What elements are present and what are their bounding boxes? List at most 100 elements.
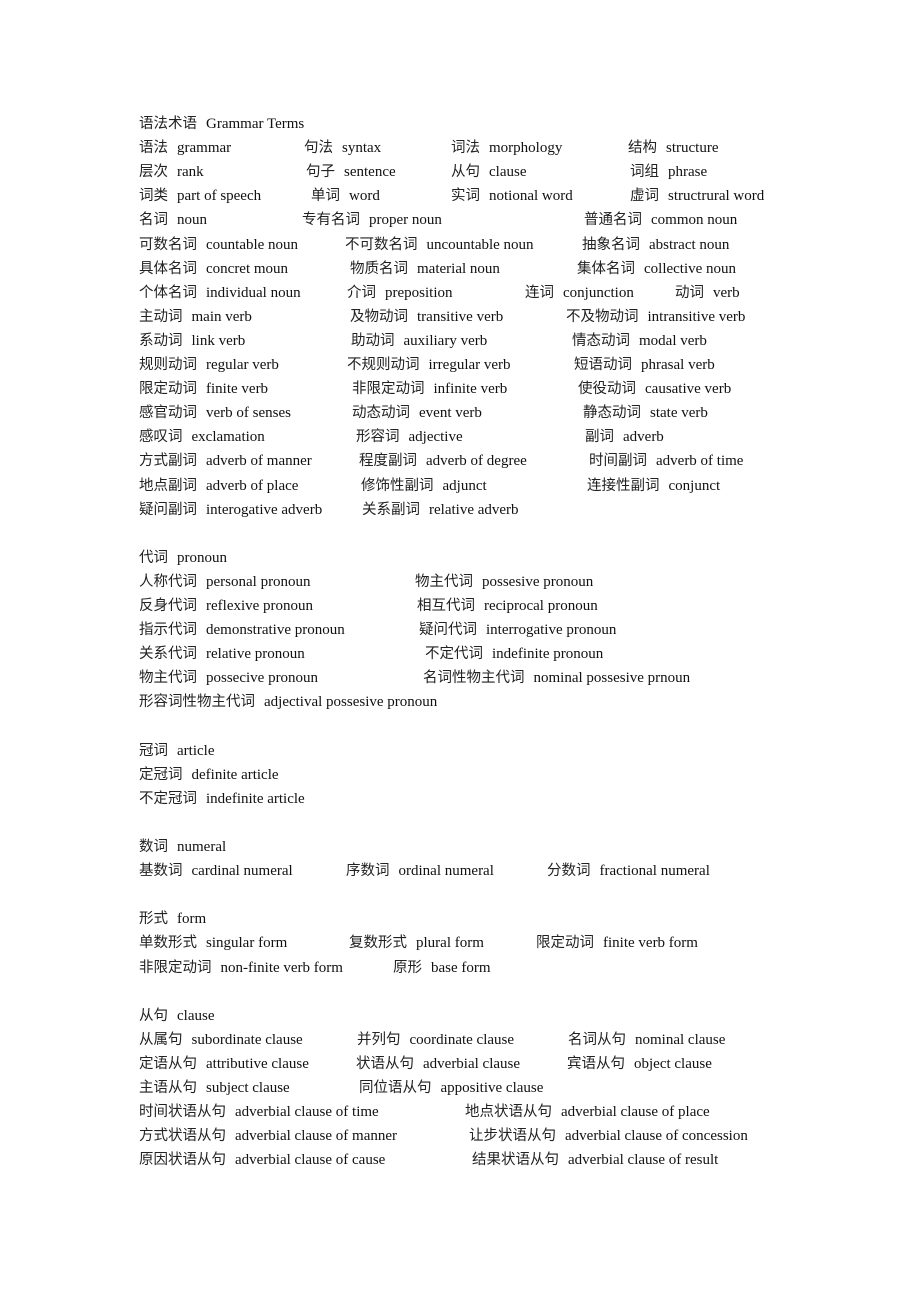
term-entry: 可数名词 countable noun [139,233,298,257]
term-english: adverb of time [656,453,744,470]
term-english: nominal possesive prnoun [533,670,691,687]
term-chinese: 感官动词 [139,405,197,422]
term-chinese: 集体名词 [577,260,635,277]
term-chinese: 方式副词 [139,453,197,470]
term-english: subordinate clause [191,1031,303,1048]
term-entry: 结构 structure [628,136,718,160]
term-entry: 普通名词 common noun [584,208,737,232]
term-entry: 冠词 article [139,739,214,763]
term-entry: 时间副词 adverb of time [589,449,743,473]
term-english: ordinal numeral [398,863,494,880]
term-entry: 情态动词 modal verb [572,329,707,353]
term-chinese: 语法 [139,140,168,157]
term-entry: 相互代词 reciprocal pronoun [417,594,598,618]
term-line: 关系代词 relative pronoun 不定代词 indefinite prono… [0,642,920,666]
term-chinese: 宾语从句 [567,1055,625,1072]
term-english: structrural word [668,188,765,205]
term-line: 词类 part of speech 单词 word 实词 notional word 虚词 s… [0,184,920,208]
term-english: reflexive pronoun [206,598,314,614]
term-english: object clause [634,1055,712,1072]
term-chinese: 同位语从句 [359,1080,432,1096]
term-entry: 从句 clause [139,1004,214,1028]
term-line: 定冠词 definite article [0,763,920,787]
term-entry: 人称代词 personal pronoun [139,570,311,594]
term-chinese: 序数词 [346,863,390,880]
term-english: definite article [191,766,279,783]
term-entry: 名词 noun [139,208,207,232]
term-english: conjunct [668,477,721,494]
term-line: 从属句 subordinate clause 并列句 coordinate claus… [0,1028,920,1052]
term-line: 地点副词 adverb of place 修饰性副词 adjunct 连接性副词 conj… [0,474,920,498]
term-entry: 形容词 adjective [356,425,463,449]
term-entry: 词法 morphology [451,136,562,160]
term-chinese: 疑问代词 [419,622,477,639]
term-english: adverb of place [206,477,299,494]
term-english: material noun [417,260,500,277]
term-line: 人称代词 personal pronoun 物主代词 possesive pronou… [0,570,920,594]
term-chinese: 定冠词 [139,766,183,783]
term-chinese: 结构 [628,140,657,157]
term-entry: 定冠词 definite article [139,763,279,787]
term-chinese: 原形 [393,959,422,976]
term-chinese: 限定动词 [536,935,594,952]
term-english: adverb of manner [206,453,312,470]
term-english: abstract noun [649,236,730,253]
term-entry: 方式副词 adverb of manner [139,449,312,473]
term-chinese: 词类 [139,188,168,205]
term-english: transitive verb [417,308,504,325]
term-line: 形式 form [0,907,920,931]
term-chinese: 复数形式 [349,935,407,952]
term-english: phrasal verb [641,357,715,373]
term-english: conjunction [563,284,634,301]
term-entry: 指示代词 demonstrative pronoun [139,618,345,642]
term-english: appositive clause [440,1080,544,1096]
term-chinese: 形式 [139,911,168,928]
term-chinese: 主语从句 [139,1080,197,1096]
term-english: clause [177,1007,215,1024]
term-line: 名词 noun 专有名词 proper noun 普通名词 common noun [0,208,920,232]
term-chinese: 系动词 [139,332,183,349]
document-title: 语法术语 Grammar Terms [139,112,304,136]
term-english: regular verb [206,357,279,373]
term-english: auxiliary verb [403,332,488,349]
term-english: pronoun [177,549,227,566]
term-english: relative adverb [429,501,519,518]
term-english: adjectival possesive pronoun [264,694,438,711]
term-english: concret moun [206,260,289,277]
term-entry: 不规则动词 irregular verb [347,353,511,377]
term-entry: 物质名词 material noun [350,257,500,281]
term-chinese: 关系副词 [362,501,420,518]
term-english: adverb of degree [426,453,527,470]
term-chinese: 助动词 [351,332,395,349]
term-entry: 形容词性物主代词 adjectival possesive pronoun [139,690,437,714]
term-chinese: 句子 [306,164,335,181]
term-entry: 及物动词 transitive verb [350,305,503,329]
term-chinese: 并列句 [357,1031,401,1048]
term-entry: 句子 sentence [306,160,396,184]
term-chinese: 情态动词 [572,332,630,349]
term-english: part of speech [177,188,262,205]
term-english: possecive pronoun [206,670,319,687]
term-entry: 基数词 cardinal numeral [139,859,293,883]
term-chinese: 物质名词 [350,260,408,277]
term-line: 感叹词 exclamation 形容词 adjective 副词 adverb [0,425,920,449]
term-english: relative pronoun [206,646,305,663]
term-entry: 动词 verb [675,281,740,305]
term-chinese: 动词 [675,284,704,301]
term-line: 语法术语 Grammar Terms [0,112,920,136]
term-chinese: 不规则动词 [347,357,420,373]
term-chinese: 相互代词 [417,598,475,614]
term-chinese: 结果状语从句 [472,1152,559,1169]
term-english: adverbial clause of result [568,1152,719,1169]
term-line: 系动词 link verb 助动词 auxiliary verb 情态动词 modal v… [0,329,920,353]
term-english: coordinate clause [409,1031,515,1048]
term-chinese: 冠词 [139,742,168,759]
term-english: morphology [489,140,563,157]
term-chinese: 层次 [139,164,168,181]
term-chinese: 关系代词 [139,646,197,663]
term-entry: 连接性副词 conjunct [587,474,720,498]
term-entry: 原形 base form [393,956,491,980]
term-english: adverbial clause of cause [235,1152,386,1169]
term-entry: 程度副词 adverb of degree [359,449,527,473]
